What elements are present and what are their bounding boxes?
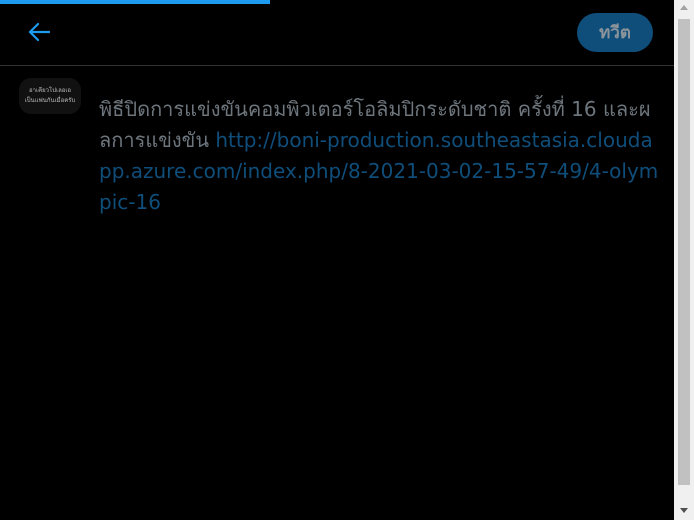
avatar[interactable]: ฮาเคียวโปเลอเอ เป็นแฟนกันเมื่อครับ: [19, 78, 81, 114]
compose-area: ฮาเคียวโปเลอเอ เป็นแฟนกันเมื่อครับ พิธีป…: [0, 66, 674, 520]
compose-header: ทวีต: [0, 4, 674, 66]
scroll-thumb[interactable]: [678, 19, 690, 485]
tweet-button[interactable]: ทวีต: [577, 13, 653, 52]
back-button[interactable]: [20, 15, 58, 53]
scroll-down-arrow-icon[interactable]: [680, 508, 688, 513]
tweet-text-input[interactable]: พิธีปิดการแข่งขันคอมพิวเตอร์โอลิมปิกระดั…: [99, 94, 659, 218]
scrollbar[interactable]: [674, 0, 694, 520]
compose-tweet-window: ทวีต ฮาเคียวโปเลอเอ เป็นแฟนกันเมื่อครับ …: [0, 0, 694, 520]
avatar-text-line-2: เป็นแฟนกันเมื่อครับ: [24, 97, 76, 104]
scroll-up-arrow-icon[interactable]: [680, 5, 688, 10]
avatar-text-line-1: ฮาเคียวโปเลอเอ: [29, 87, 71, 94]
arrow-left-icon: [28, 22, 51, 45]
